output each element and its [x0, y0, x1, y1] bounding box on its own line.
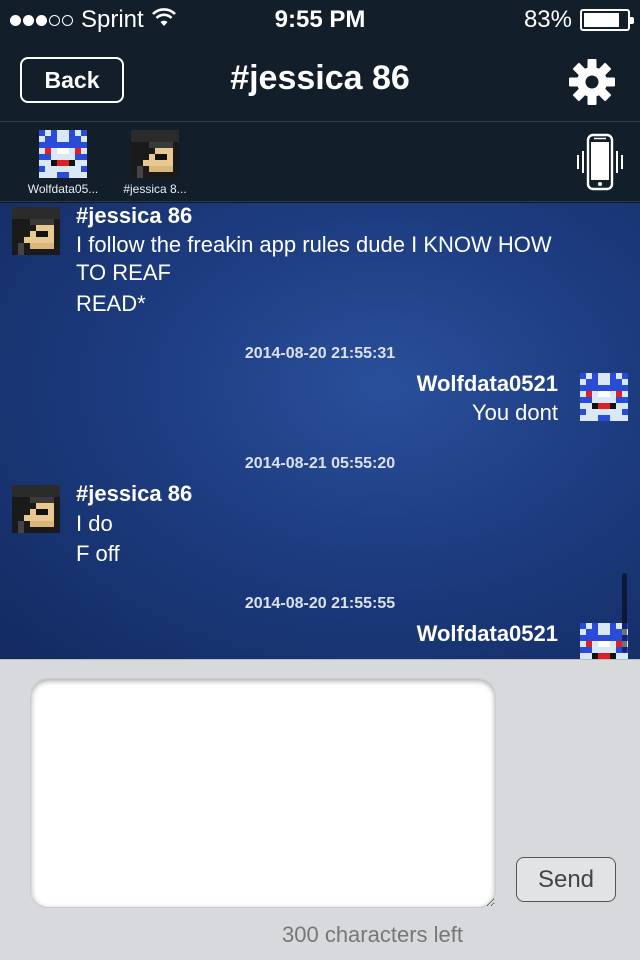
message-timestamp: 2014-08-20 21:55:31: [244, 345, 396, 362]
status-right: 83%: [523, 6, 634, 34]
status-bar: Sprint 9:55 PM 83%: [0, 0, 640, 40]
message-sender: #jessica 86: [76, 203, 193, 228]
battery-level: [584, 13, 619, 27]
message-timestamp: 2014-08-20 21:55:55: [244, 595, 396, 612]
message-text: I do: [76, 511, 113, 536]
participant-jessica[interactable]: #jessica 8...: [110, 130, 200, 196]
participant-wolfdata[interactable]: Wolfdata05...: [18, 130, 108, 196]
chat-area[interactable]: #jessica 86 I follow the freakin app rul…: [0, 203, 640, 659]
vibrate-phone-icon[interactable]: [576, 133, 624, 191]
participants-bar: Wolfdata05... #jessica 8...: [0, 122, 640, 202]
message-text: F off: [76, 541, 120, 566]
message-sender: Wolfdata0521: [416, 371, 558, 396]
jessica-avatar: [12, 485, 60, 533]
message-text: TO REAF: [76, 260, 171, 285]
wolf-avatar: [580, 373, 628, 421]
jessica-avatar: [131, 130, 179, 178]
battery-nub: [630, 17, 634, 24]
message-text: I follow the freakin app rules dude I KN…: [76, 232, 552, 257]
battery-icon: [580, 9, 634, 31]
gear-icon[interactable]: [568, 58, 616, 106]
page-title: #jessica 86: [230, 59, 410, 97]
message-text: You dont: [471, 400, 558, 425]
characters-left-counter: 300 characters left: [282, 922, 463, 947]
message-text: READ*: [76, 291, 146, 316]
message-wolfdata: Wolfdata0521: [0, 621, 640, 659]
message-sender: Wolfdata0521: [416, 621, 558, 646]
wolf-avatar: [580, 623, 628, 659]
send-button[interactable]: Send: [516, 857, 616, 902]
scrollbar[interactable]: [622, 573, 627, 653]
message-input[interactable]: [30, 678, 496, 908]
message-jessica: #jessica 86 I do F off: [0, 481, 640, 571]
participant-name: Wolfdata05...: [27, 182, 99, 196]
message-wolfdata: Wolfdata0521 You dont: [0, 371, 640, 431]
compose-area: Send 300 characters left: [0, 659, 640, 960]
nav-bar: Back #jessica 86: [0, 40, 640, 122]
wolf-avatar: [39, 130, 87, 178]
message-sender: #jessica 86: [76, 481, 193, 506]
battery-percent: 83%: [523, 6, 572, 33]
participant-name: #jessica 8...: [123, 182, 187, 196]
message-timestamp: 2014-08-21 05:55:20: [244, 455, 396, 472]
message-jessica: #jessica 86 I follow the freakin app rul…: [0, 203, 640, 323]
jessica-avatar: [12, 207, 60, 255]
